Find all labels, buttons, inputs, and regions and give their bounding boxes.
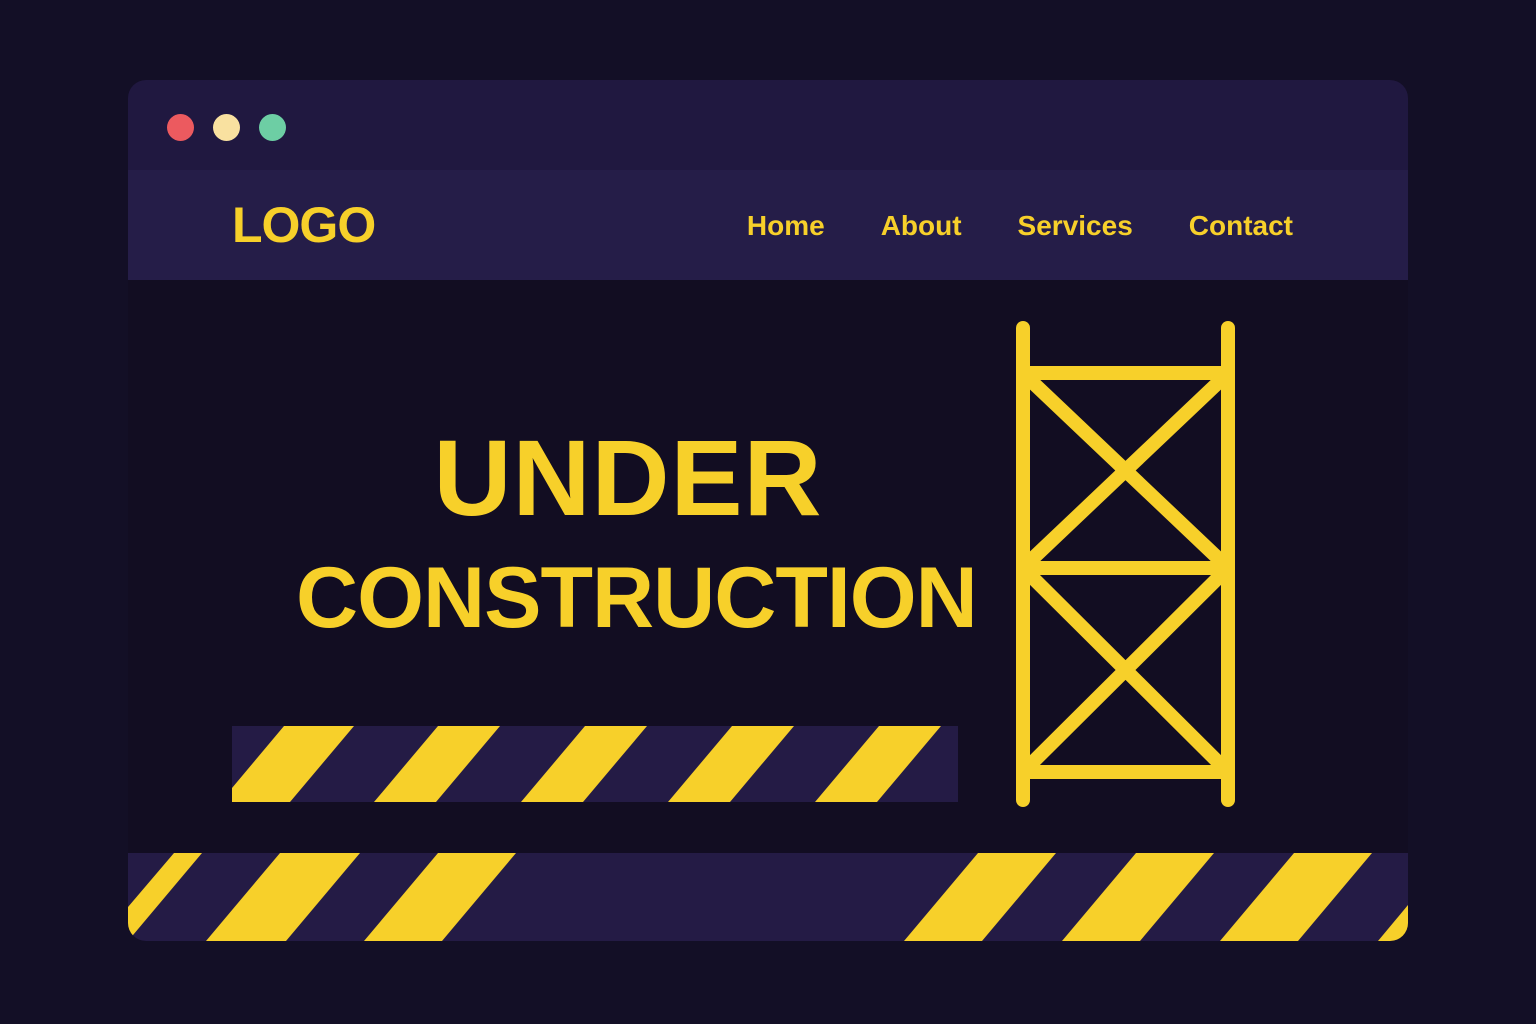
site-logo[interactable]: LOGO <box>232 192 376 258</box>
hero-section: UNDER CONSTRUCTION <box>128 280 1408 853</box>
window-title-bar <box>128 80 1408 170</box>
nav-link-home[interactable]: Home <box>747 206 825 246</box>
maximize-window-button[interactable] <box>259 114 286 141</box>
nav-link-services[interactable]: Services <box>1018 206 1133 246</box>
nav-link-contact[interactable]: Contact <box>1189 206 1293 246</box>
browser-window: LOGO Home About Services Contact UNDER C… <box>128 80 1408 941</box>
footer-hazard-stripe-band <box>128 853 1408 941</box>
scaffolding-icon <box>1016 321 1235 807</box>
close-window-button[interactable] <box>167 114 194 141</box>
minimize-window-button[interactable] <box>213 114 240 141</box>
site-header: LOGO Home About Services Contact <box>128 170 1408 280</box>
main-nav: Home About Services Contact <box>747 206 1293 246</box>
hazard-stripe-band <box>232 726 958 802</box>
nav-link-about[interactable]: About <box>881 206 962 246</box>
hero-title-line-1: UNDER <box>433 417 823 538</box>
hero-title-line-2: CONSTRUCTION <box>296 550 978 646</box>
